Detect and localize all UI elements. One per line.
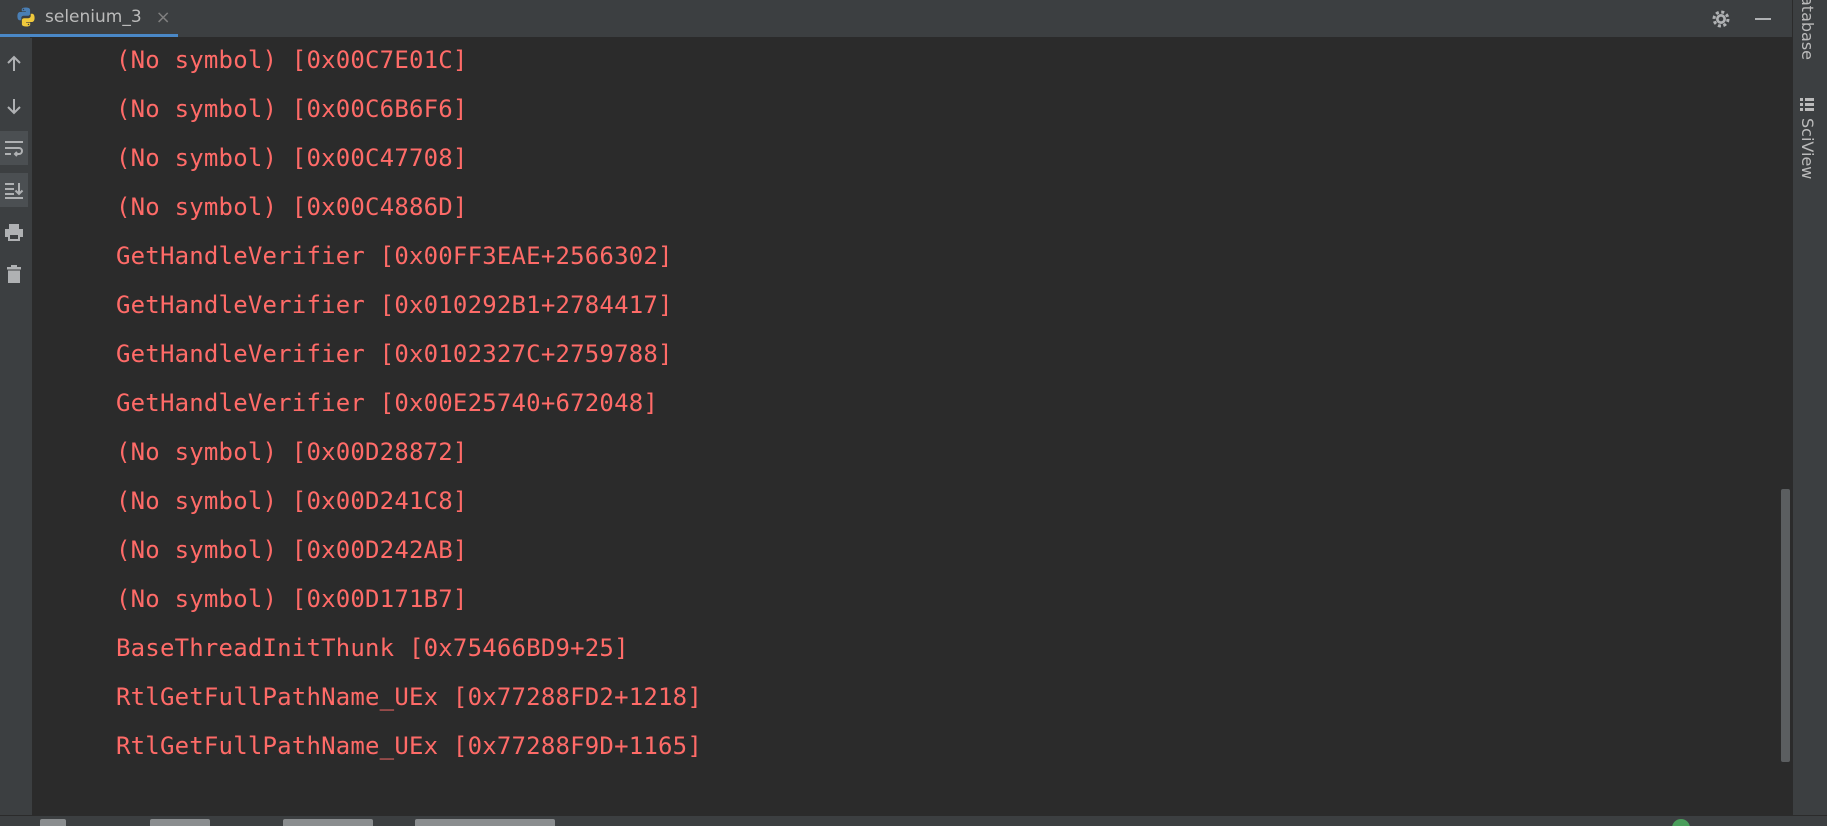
bottom-tool-icon[interactable] — [283, 819, 373, 826]
tab-bar-actions — [1708, 0, 1792, 37]
console-line: (No symbol) [0x00C7E01C] — [116, 46, 468, 74]
console-line: (No symbol) [0x00C6B6F6] — [116, 95, 468, 123]
trash-icon — [7, 265, 21, 283]
soft-wrap-icon — [5, 141, 23, 157]
print-button[interactable] — [0, 215, 28, 249]
console-line: GetHandleVerifier [0x0102327C+2759788] — [116, 340, 673, 368]
bottom-tool-icon[interactable] — [150, 819, 210, 826]
soft-wrap-button[interactable] — [0, 131, 28, 165]
console-line: BaseThreadInitThunk [0x75466BD9+25] — [116, 634, 629, 662]
console-output[interactable]: (No symbol) [0x00C7E01C] (No symbol) [0x… — [32, 37, 1792, 815]
python-icon — [15, 6, 37, 28]
console-line: (No symbol) [0x00C4886D] — [116, 193, 468, 221]
clear-all-button[interactable] — [0, 257, 28, 291]
status-indicator-icon — [1672, 819, 1690, 826]
scrollbar-thumb[interactable] — [1781, 489, 1790, 762]
sciview-icon — [1798, 96, 1817, 112]
console-line: RtlGetFullPathName_UEx [0x77288F9D+1165] — [116, 732, 702, 760]
print-icon — [5, 224, 23, 241]
console-line: (No symbol) [0x00C47708] — [116, 144, 468, 172]
console-left-toolbar — [0, 37, 30, 815]
database-tab-label: atabase — [1798, 0, 1817, 61]
vertical-scrollbar[interactable] — [1780, 37, 1792, 815]
down-arrow-icon — [7, 99, 21, 115]
console-line: (No symbol) [0x00D28872] — [116, 438, 468, 466]
sciview-tab-label: SciView — [1798, 118, 1817, 180]
console-line: (No symbol) [0x00D171B7] — [116, 585, 468, 613]
console-line: GetHandleVerifier [0x010292B1+2784417] — [116, 291, 673, 319]
up-arrow-button[interactable] — [0, 47, 28, 81]
console-line: RtlGetFullPathName_UEx [0x77288FD2+1218] — [116, 683, 702, 711]
minimize-icon[interactable] — [1750, 6, 1776, 32]
scroll-to-end-icon — [5, 183, 24, 199]
bottom-tool-strip — [0, 815, 1827, 826]
tab-bar: selenium_3 × — [0, 0, 1792, 38]
gear-icon[interactable] — [1708, 6, 1734, 32]
console-line: GetHandleVerifier [0x00FF3EAE+2566302] — [116, 242, 673, 270]
ide-window: selenium_3 × (No symbol) [0x00C7E01C] (N… — [0, 0, 1827, 826]
tab-label: selenium_3 — [45, 7, 142, 27]
down-arrow-button[interactable] — [0, 89, 28, 123]
close-tab-icon[interactable]: × — [156, 7, 171, 28]
console-line: (No symbol) [0x00D241C8] — [116, 487, 468, 515]
bottom-tool-icon[interactable] — [415, 819, 555, 826]
console-line: (No symbol) [0x00D242AB] — [116, 536, 468, 564]
up-arrow-icon — [7, 55, 21, 71]
tab-selenium-3[interactable]: selenium_3 × — [0, 0, 178, 37]
bottom-tool-icon[interactable] — [40, 819, 66, 826]
scroll-to-end-button[interactable] — [0, 173, 28, 207]
console-line: GetHandleVerifier [0x00E25740+672048] — [116, 389, 659, 417]
sciview-tool-tab[interactable]: SciView — [1798, 96, 1817, 179]
database-tool-tab[interactable]: atabase — [1798, 0, 1817, 60]
right-tool-sidebar: atabase SciView — [1792, 0, 1827, 826]
